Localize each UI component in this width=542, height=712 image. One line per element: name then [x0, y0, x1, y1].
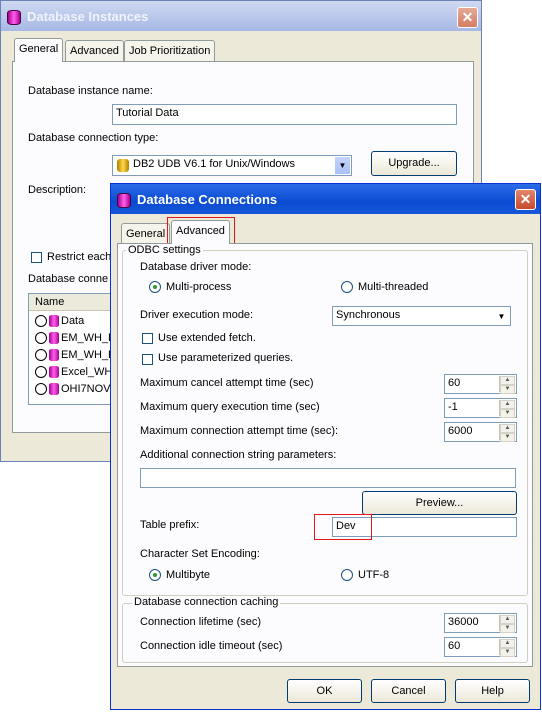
table-prefix-input[interactable]: Dev: [332, 517, 517, 537]
extended-fetch-checkbox[interactable]: [142, 333, 153, 344]
multi-threaded-label: Multi-threaded: [358, 281, 429, 293]
tab-general[interactable]: General: [14, 38, 64, 62]
conn-time-label: Maximum connection attempt time (sec):: [140, 425, 339, 437]
cancel-time-stepper[interactable]: 60 ▲ ▼: [444, 374, 517, 394]
spinner-arrows-icon[interactable]: ▲ ▼: [499, 424, 515, 442]
instance-name-input[interactable]: Tutorial Data: [112, 104, 457, 125]
window-title: Database Instances: [27, 8, 149, 24]
radio-icon: [35, 349, 47, 361]
encoding-label: Character Set Encoding:: [140, 548, 260, 560]
radio-icon: [35, 383, 47, 395]
database-icon: [49, 332, 59, 344]
instance-name-label: Database instance name:: [28, 85, 153, 97]
odbc-settings-title: ODBC settings: [126, 244, 203, 256]
list-item[interactable]: EM_WH_E: [35, 347, 115, 363]
additional-params-input[interactable]: [140, 468, 516, 488]
connection-type-value: DB2 UDB V6.1 for Unix/Windows: [133, 158, 295, 170]
driver-mode-label: Database driver mode:: [140, 261, 252, 273]
spinner-arrows-icon[interactable]: ▲ ▼: [499, 400, 515, 418]
radio-icon: [35, 366, 47, 378]
spinner-arrows-icon[interactable]: ▲ ▼: [499, 376, 515, 394]
chevron-down-icon[interactable]: ▼: [494, 308, 509, 324]
idle-timeout-stepper[interactable]: 60 ▲ ▼: [444, 637, 517, 657]
cancel-time-label: Maximum cancel attempt time (sec): [140, 377, 314, 389]
restrict-checkbox[interactable]: [31, 252, 42, 263]
window-title: Database Connections: [137, 191, 278, 207]
exec-mode-value: Synchronous: [336, 309, 401, 321]
database-connections-titlebar[interactable]: Database Connections: [111, 184, 540, 214]
ok-button[interactable]: OK: [287, 679, 362, 703]
db2-icon: [117, 159, 129, 172]
advanced-panel: ODBC settings Database driver mode: Mult…: [117, 243, 533, 667]
connection-list-label: Database conne: [28, 273, 109, 285]
database-connections-window: Database Connections ✕ General Advanced …: [110, 183, 541, 710]
multibyte-label: Multibyte: [166, 569, 211, 581]
connection-type-label: Database connection type:: [28, 132, 159, 144]
connection-list[interactable]: Name Data EM_WH_E EM_WH_E Excel_WH OHI7N…: [28, 293, 118, 405]
connection-caching-title: Database connection caching: [132, 596, 281, 608]
database-icon: [117, 192, 131, 208]
tab-general[interactable]: General: [121, 223, 171, 244]
multi-process-label: Multi-process: [166, 281, 232, 293]
multi-threaded-radio[interactable]: [341, 281, 353, 293]
description-label: Description:: [28, 184, 87, 196]
preview-button[interactable]: Preview...: [362, 491, 517, 515]
database-icon: [49, 315, 59, 327]
list-item[interactable]: Excel_WH: [35, 364, 112, 380]
additional-params-label: Additional connection string parameters:: [140, 449, 337, 461]
database-icon: [49, 383, 59, 395]
exec-mode-select[interactable]: Synchronous ▼: [332, 306, 511, 326]
upgrade-button[interactable]: Upgrade...: [371, 151, 457, 176]
database-instances-titlebar[interactable]: Database Instances: [1, 1, 481, 31]
lifetime-label: Connection lifetime (sec): [140, 616, 262, 628]
radio-icon: [35, 332, 47, 344]
tab-advanced[interactable]: Advanced: [65, 40, 124, 61]
list-header[interactable]: Name: [29, 294, 117, 311]
radio-icon: [35, 315, 47, 327]
multi-process-radio[interactable]: [149, 281, 161, 293]
param-queries-label: Use parameterized queries.: [158, 352, 294, 364]
spinner-arrows-icon[interactable]: ▲ ▼: [499, 639, 515, 657]
multibyte-radio[interactable]: [149, 569, 161, 581]
list-item[interactable]: EM_WH_E: [35, 330, 115, 346]
restrict-label: Restrict each: [47, 251, 112, 263]
lifetime-stepper[interactable]: 36000 ▲ ▼: [444, 613, 517, 633]
database-icon: [7, 9, 21, 25]
tab-job-prioritization[interactable]: Job Prioritization: [124, 40, 216, 61]
extended-fetch-label: Use extended fetch.: [158, 332, 256, 344]
utf8-radio[interactable]: [341, 569, 353, 581]
idle-timeout-label: Connection idle timeout (sec): [140, 640, 283, 652]
help-button[interactable]: Help: [455, 679, 530, 703]
cancel-button[interactable]: Cancel: [371, 679, 446, 703]
close-button[interactable]: ✕: [515, 189, 536, 210]
utf8-label: UTF-8: [358, 569, 390, 581]
chevron-down-icon[interactable]: ▼: [334, 157, 350, 174]
database-icon: [49, 366, 59, 378]
list-item[interactable]: Data: [35, 313, 84, 329]
param-queries-checkbox[interactable]: [142, 354, 153, 365]
exec-mode-label: Driver execution mode:: [140, 309, 254, 321]
spinner-arrows-icon[interactable]: ▲ ▼: [499, 615, 515, 633]
query-time-stepper[interactable]: -1 ▲ ▼: [444, 398, 517, 418]
database-icon: [49, 349, 59, 361]
connection-type-select[interactable]: DB2 UDB V6.1 for Unix/Windows ▼: [112, 155, 352, 176]
query-time-label: Maximum query execution time (sec): [140, 401, 320, 413]
conn-time-stepper[interactable]: 6000 ▲ ▼: [444, 422, 517, 442]
tab-advanced[interactable]: Advanced: [171, 220, 230, 244]
close-button[interactable]: ✕: [457, 7, 478, 28]
table-prefix-label: Table prefix:: [140, 519, 200, 531]
list-item[interactable]: OHI7NOV: [35, 381, 111, 397]
